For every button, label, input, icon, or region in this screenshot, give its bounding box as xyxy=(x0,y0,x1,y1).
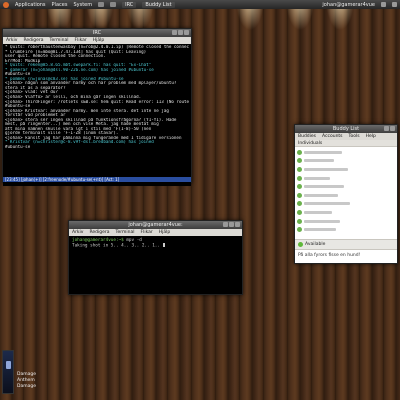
album-cover xyxy=(2,350,14,394)
buddy-name-blurred xyxy=(304,228,336,232)
buddy-row[interactable] xyxy=(297,148,395,157)
status-message[interactable]: På alla fyrors fisse en hund! xyxy=(295,249,397,263)
buddy-status-icon xyxy=(297,175,302,181)
window-title: Buddy List xyxy=(332,126,360,132)
track-info: Damage Anthem Damage xyxy=(17,350,36,398)
network-icon[interactable] xyxy=(392,2,397,7)
buddy-status-icon xyxy=(297,166,302,172)
minimize-icon[interactable] xyxy=(223,222,228,227)
chat-line: #ubuntu-se xyxy=(5,145,31,150)
buddy-row[interactable] xyxy=(297,225,395,234)
maximize-icon[interactable] xyxy=(229,222,234,227)
buddy-group-header[interactable]: Individuals xyxy=(295,140,397,147)
buddy-list-titlebar[interactable]: Buddy List xyxy=(295,125,397,133)
irc-menubar: Arkiv Redigera Terminal Flikar Hjälp xyxy=(3,37,191,44)
buddy-status-icon xyxy=(297,218,302,224)
minimize-icon[interactable] xyxy=(172,30,177,35)
buddy-list-window: Buddy List Buddies Accounts Tools Help I… xyxy=(294,124,398,264)
close-icon[interactable] xyxy=(235,222,240,227)
terminal-menubar: Arkiv Redigera Terminal Flikar Hjälp xyxy=(69,229,242,236)
ubuntu-logo-icon[interactable] xyxy=(3,1,9,8)
irc-chat-log[interactable]: * Quits: roberthaustenwasbay (n=rob@2.4.… xyxy=(3,44,191,177)
terminal-output[interactable]: johan@gamerar4vue:~$ mpv -d Taking shot … xyxy=(69,236,242,294)
buddy-status-icon xyxy=(297,184,302,190)
applications-menu[interactable]: Applications xyxy=(15,2,46,8)
menu-arkiv[interactable]: Arkiv xyxy=(72,230,83,235)
status-selector[interactable]: Available xyxy=(295,239,397,249)
menu-terminal[interactable]: Terminal xyxy=(50,38,69,43)
buddy-menubar: Buddies Accounts Tools Help xyxy=(295,133,397,140)
launcher-icon[interactable] xyxy=(98,2,105,7)
menu-flikar[interactable]: Flikar xyxy=(75,38,87,43)
menu-tools[interactable]: Tools xyxy=(349,134,360,139)
buddy-row[interactable] xyxy=(297,208,395,217)
buddy-status-icon xyxy=(297,227,302,233)
buddy-row[interactable] xyxy=(297,217,395,226)
menu-accounts[interactable]: Accounts xyxy=(322,134,343,139)
buddy-name-blurred xyxy=(304,159,334,163)
buddy-name-blurred xyxy=(304,167,348,171)
buddy-status-icon xyxy=(297,149,302,155)
menu-redigera[interactable]: Redigera xyxy=(23,38,43,43)
menu-flikar[interactable]: Flikar xyxy=(141,230,153,235)
irc-window: IRC Arkiv Redigera Terminal Flikar Hjälp… xyxy=(2,28,192,186)
irc-input-line[interactable] xyxy=(3,182,191,186)
taskbar-item-buddy-list[interactable]: Buddy List xyxy=(142,1,175,8)
menu-hjalp[interactable]: Hjälp xyxy=(93,38,105,43)
buddy-row[interactable] xyxy=(297,200,395,209)
buddy-row[interactable] xyxy=(297,191,395,200)
maximize-icon[interactable] xyxy=(178,30,183,35)
minimize-icon[interactable] xyxy=(384,126,389,131)
close-icon[interactable] xyxy=(390,126,395,131)
menu-arkiv[interactable]: Arkiv xyxy=(6,38,17,43)
window-title: IRC xyxy=(92,30,102,36)
buddy-name-blurred xyxy=(304,193,338,197)
status-label: Available xyxy=(305,242,326,247)
buddy-name-blurred xyxy=(304,150,342,154)
buddy-name-blurred xyxy=(304,176,330,180)
output-text: Taking shot in 5.. 4.. 3.. 2.. 1.. xyxy=(72,243,160,249)
user-name[interactable]: johan@gamerar4vue xyxy=(322,2,375,8)
menu-help[interactable]: Help xyxy=(366,134,376,139)
buddy-status-icon xyxy=(297,192,302,198)
window-title: johan@gamerar4vue: xyxy=(128,222,183,228)
buddy-name-blurred xyxy=(304,210,332,214)
buddy-name-blurred xyxy=(304,219,340,223)
taskbar-item-irc[interactable]: IRC xyxy=(122,1,137,8)
buddy-status-icon xyxy=(297,209,302,215)
buddy-list xyxy=(295,147,397,239)
places-menu[interactable]: Places xyxy=(52,2,68,8)
terminal-window: johan@gamerar4vue: Arkiv Redigera Termin… xyxy=(68,220,243,295)
menu-hjalp[interactable]: Hjälp xyxy=(159,230,171,235)
buddy-status-icon xyxy=(297,158,302,164)
terminal-titlebar[interactable]: johan@gamerar4vue: xyxy=(69,221,242,229)
system-menu[interactable]: System xyxy=(73,2,92,8)
buddy-row[interactable] xyxy=(297,174,395,183)
now-playing-widget[interactable]: Damage Anthem Damage xyxy=(2,350,62,398)
buddy-name-blurred xyxy=(304,185,344,189)
text-cursor xyxy=(162,243,165,247)
available-status-icon xyxy=(298,242,303,247)
irc-titlebar[interactable]: IRC xyxy=(3,29,191,37)
top-panel: Applications Places System IRC Buddy Lis… xyxy=(0,0,400,9)
buddy-row[interactable] xyxy=(297,165,395,174)
menu-buddies[interactable]: Buddies xyxy=(298,134,316,139)
buddy-row[interactable] xyxy=(297,182,395,191)
buddy-status-icon xyxy=(297,201,302,207)
track-album: Damage xyxy=(17,384,36,389)
chat-line: <johan> ThirdFinger: /rotlets s&0.se: he… xyxy=(5,99,189,104)
volume-icon[interactable] xyxy=(381,2,386,7)
output-line: Taking shot in 5.. 4.. 3.. 2.. 1.. xyxy=(72,243,239,249)
launcher-icon[interactable] xyxy=(110,2,117,7)
close-icon[interactable] xyxy=(184,30,189,35)
menu-terminal[interactable]: Terminal xyxy=(116,230,135,235)
menu-redigera[interactable]: Redigera xyxy=(89,230,109,235)
buddy-name-blurred xyxy=(304,202,350,206)
buddy-row[interactable] xyxy=(297,157,395,166)
